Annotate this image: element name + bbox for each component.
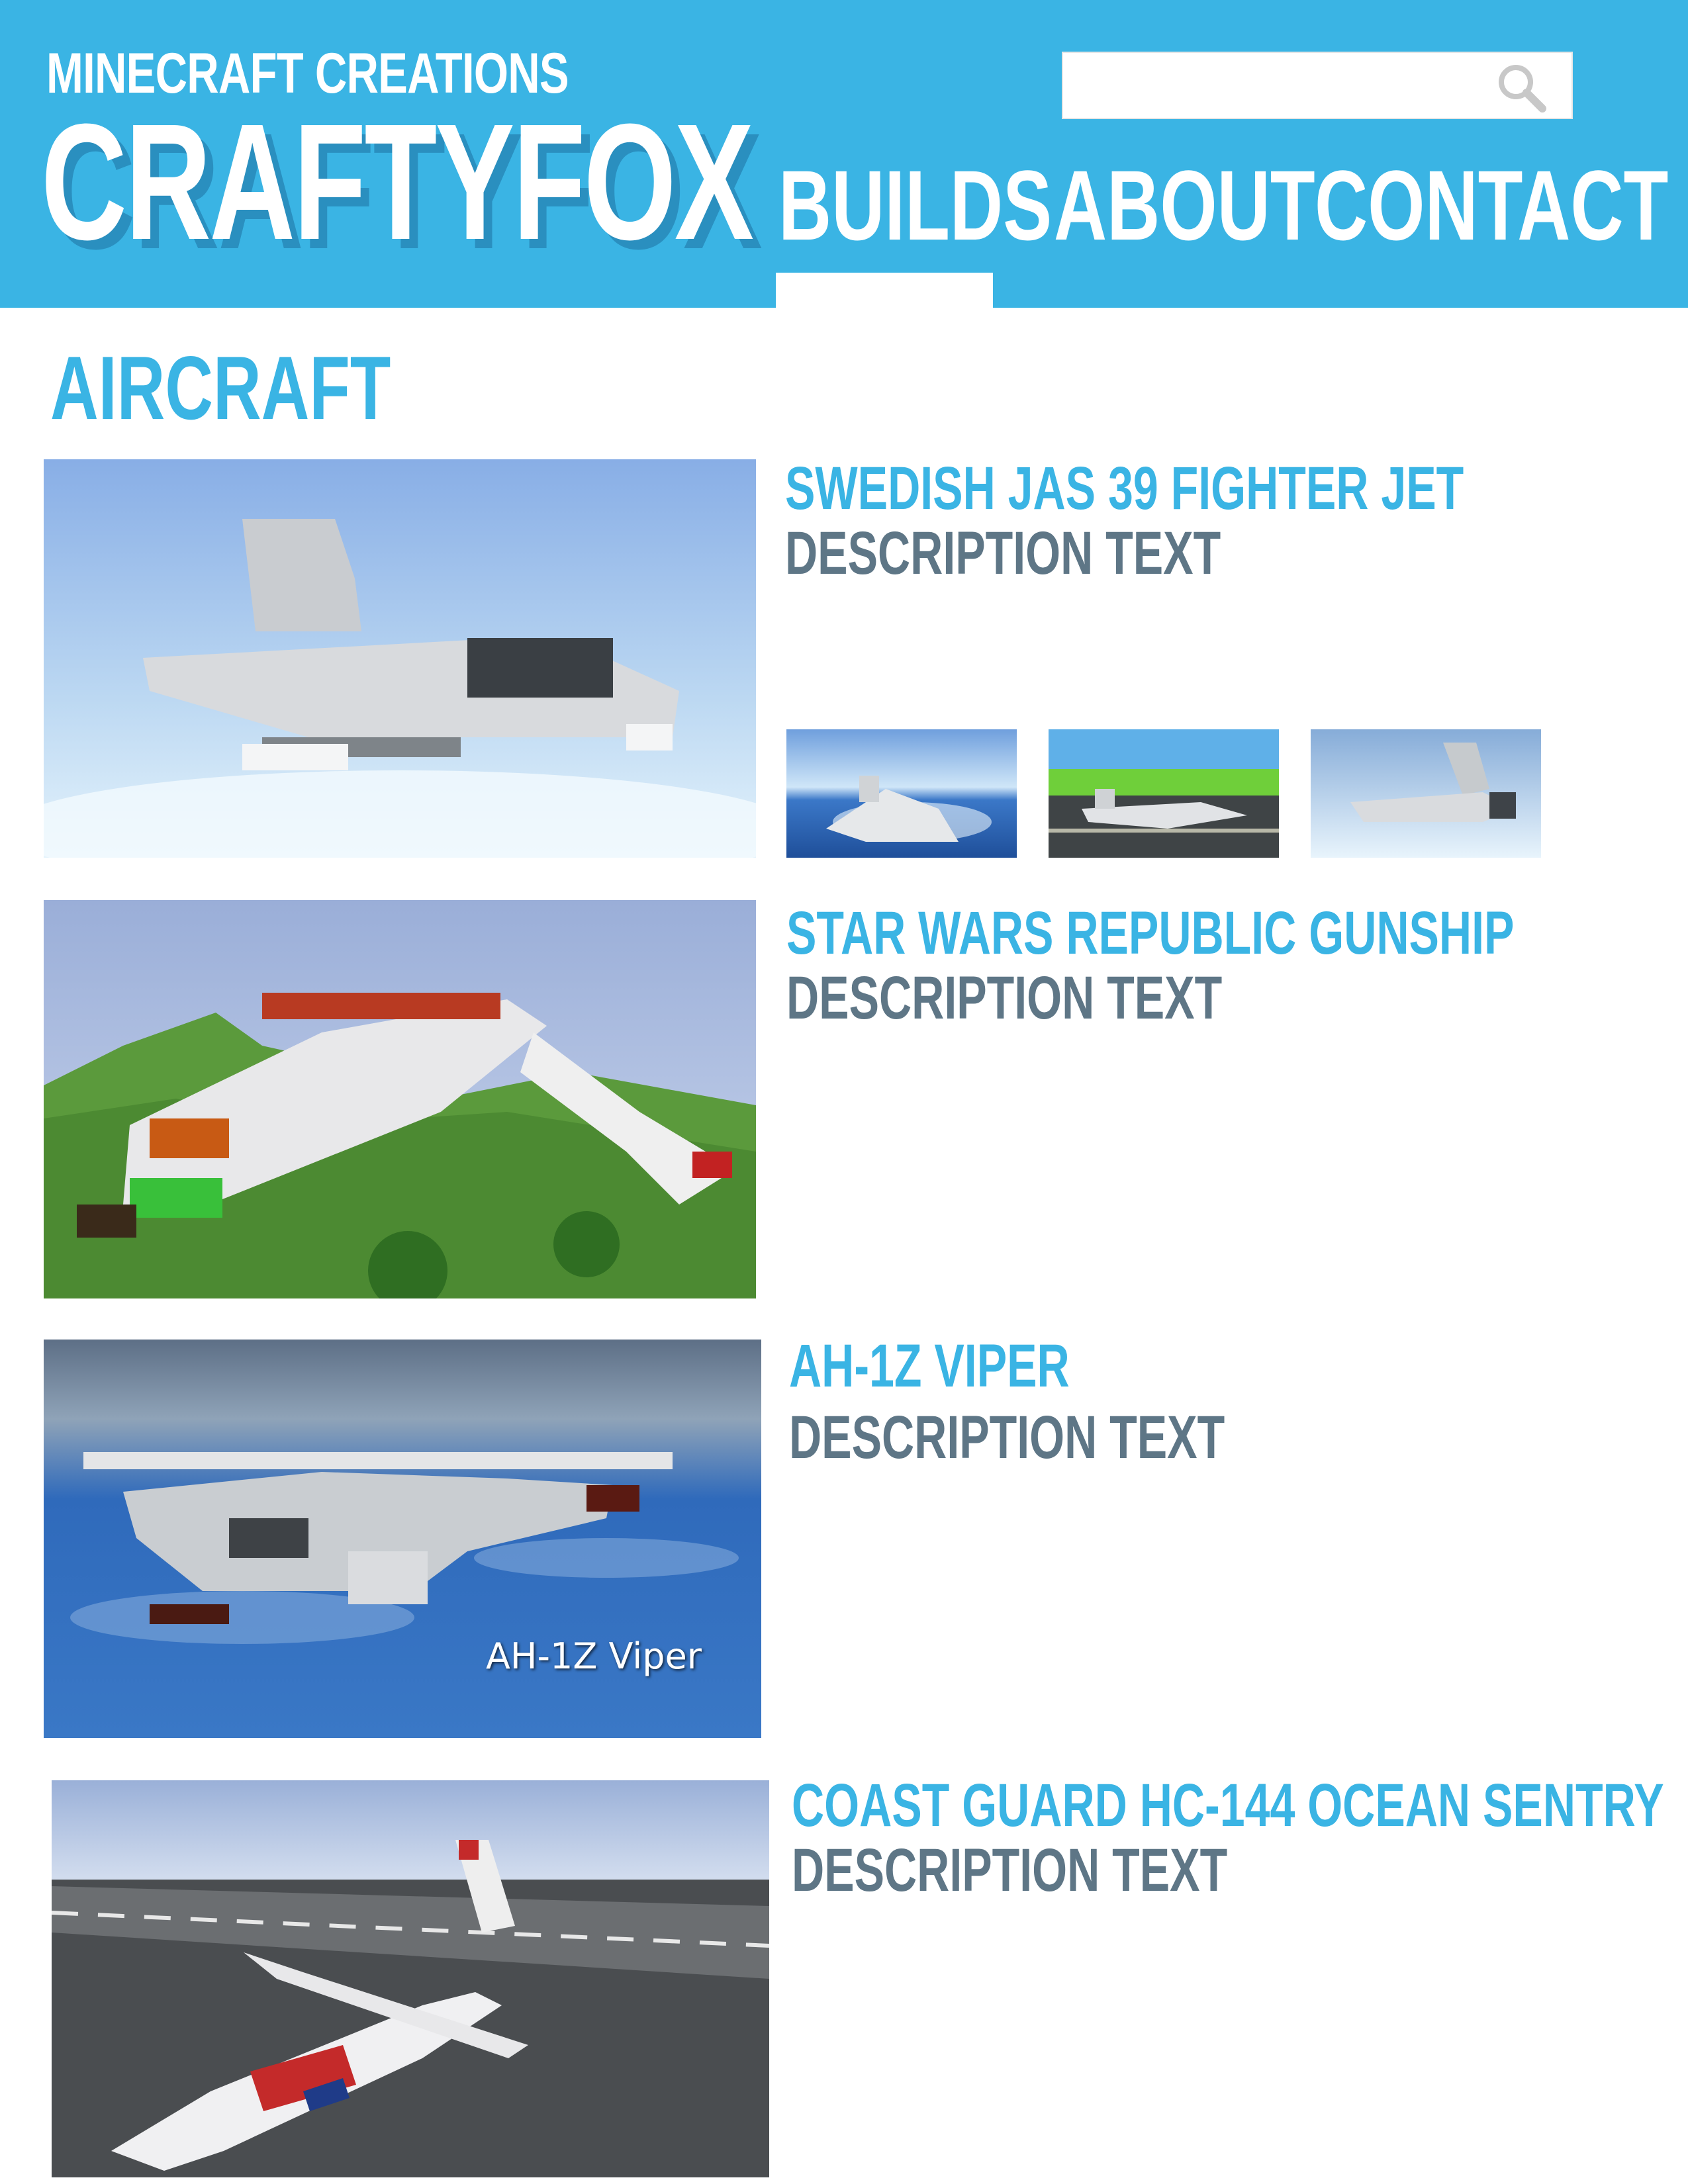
build-description: DESCRIPTION TEXT — [792, 1837, 1228, 1904]
nav-about[interactable]: ABOUT — [1054, 156, 1315, 255]
search-box — [1062, 52, 1573, 119]
search-icon[interactable] — [1492, 60, 1552, 115]
build-title[interactable]: SWEDISH JAS 39 FIGHTER JET — [785, 458, 1464, 519]
build-title[interactable]: STAR WARS REPUBLIC GUNSHIP — [786, 903, 1514, 964]
nav-contact[interactable]: CONTACT — [1315, 156, 1668, 255]
jas39-thumbnail-3[interactable] — [1311, 729, 1541, 858]
site-header: MINECRAFT CREATIONS CRAFTYFOX BUILDS ABO… — [0, 0, 1688, 308]
build-description: DESCRIPTION TEXT — [789, 1404, 1225, 1471]
build-description: DESCRIPTION TEXT — [785, 520, 1221, 587]
viper-main-image[interactable]: AH-1Z Viper — [44, 1340, 761, 1738]
build-title[interactable]: COAST GUARD HC-144 OCEAN SENTRY — [792, 1775, 1664, 1836]
jas39-main-image[interactable] — [44, 459, 756, 858]
site-logo[interactable]: CRAFTYFOX — [41, 99, 754, 265]
jas39-thumbnail-1[interactable] — [786, 729, 1017, 858]
active-nav-indicator — [776, 273, 993, 308]
build-description: DESCRIPTION TEXT — [786, 964, 1223, 1032]
section-title: AIRCRAFT — [50, 338, 391, 438]
gunship-main-image[interactable] — [44, 900, 756, 1298]
image-caption: AH-1Z Viper — [485, 1635, 702, 1677]
nav-builds[interactable]: BUILDS — [778, 156, 1052, 255]
build-title[interactable]: AH-1Z VIPER — [789, 1336, 1070, 1396]
search-input[interactable] — [1063, 53, 1487, 118]
hc144-main-image[interactable] — [52, 1780, 769, 2177]
jas39-thumbnail-2[interactable] — [1049, 729, 1279, 858]
